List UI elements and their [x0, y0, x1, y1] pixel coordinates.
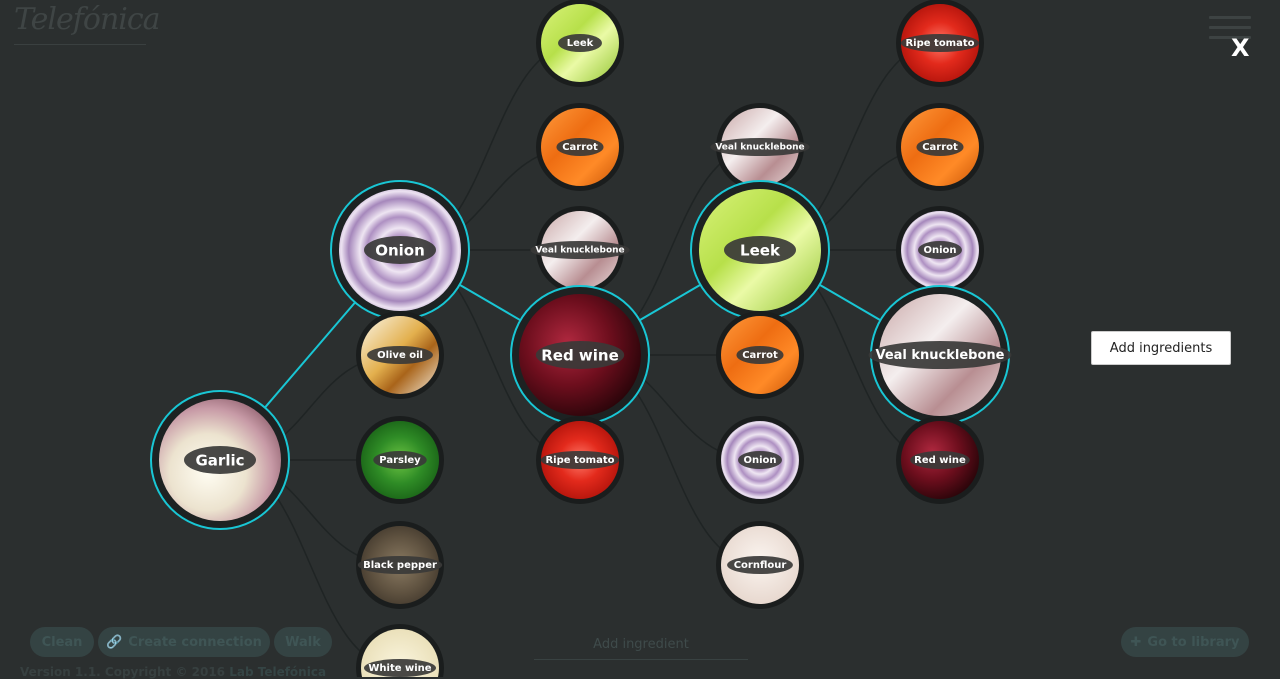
node-label-onion1: Onion [375, 242, 425, 260]
node-label-veal2: Veal knucklebone [715, 143, 804, 153]
ingredient-node-tomato2[interactable]: Ripe tomato [896, 0, 984, 87]
node-label-veal1: Veal knucklebone [535, 246, 624, 256]
clean-button[interactable]: Clean [30, 627, 94, 657]
plus-icon: ✚ [1130, 634, 1142, 650]
ingredient-node-leek2[interactable]: Leek [690, 180, 830, 320]
node-label-carrot1: Carrot [562, 142, 598, 153]
ingredient-node-blackpepper[interactable]: Black pepper [356, 521, 444, 609]
node-label-tomato1: Ripe tomato [545, 455, 614, 466]
ingredient-node-veal2[interactable]: Veal knucklebone [710, 103, 810, 191]
node-label-carrot3: Carrot [922, 142, 958, 153]
node-label-leek1: Leek [567, 38, 594, 49]
create-connection-label: Create connection [128, 634, 262, 650]
ingredient-node-parsley[interactable]: Parsley [356, 416, 444, 504]
node-label-leek2: Leek [740, 242, 781, 260]
node-label-onion2: Onion [743, 455, 776, 466]
ingredient-node-carrot3[interactable]: Carrot [896, 103, 984, 191]
bottom-toolbar: Clean 🔗 Create connection Walk ✚ Go to l… [0, 625, 1280, 679]
ingredient-node-carrot1[interactable]: Carrot [536, 103, 624, 191]
ingredient-node-onion2[interactable]: Onion [716, 416, 804, 504]
go-to-library-button[interactable]: ✚ Go to library [1121, 627, 1249, 657]
go-to-library-label: Go to library [1147, 634, 1240, 650]
ingredient-node-oliveoil[interactable]: Olive oil [356, 311, 444, 399]
node-label-oliveoil: Olive oil [377, 350, 423, 361]
node-label-onion3: Onion [923, 245, 956, 256]
create-connection-button[interactable]: 🔗 Create connection [98, 627, 270, 657]
ingredient-node-carrot2[interactable]: Carrot [716, 311, 804, 399]
ingredient-node-tomato1[interactable]: Ripe tomato [536, 416, 624, 504]
graph-nodes: Garlic Onion Olive oil Parsley Black pepper W… [150, 0, 1012, 677]
node-label-veal3: Veal knucklebone [875, 348, 1004, 363]
ingredient-node-onion3[interactable]: Onion [896, 206, 984, 294]
node-label-redwine1: Red wine [541, 347, 619, 365]
ingredient-node-redwine2[interactable]: Red wine [896, 416, 984, 504]
node-label-cornflour: Cornflour [734, 560, 787, 571]
add-ingredient-input[interactable] [534, 629, 748, 660]
ingredient-graph: Garlic Onion Olive oil Parsley Black pepper W… [150, 0, 1012, 677]
node-label-garlic: Garlic [195, 452, 244, 470]
node-label-tomato2: Ripe tomato [905, 38, 974, 49]
ingredient-node-redwine1[interactable]: Red wine [510, 285, 650, 425]
link-icon: 🔗 [106, 634, 123, 650]
add-ingredients-button[interactable]: Add ingredients [1091, 331, 1231, 365]
ingredient-node-onion1[interactable]: Onion [330, 180, 470, 320]
node-label-carrot2: Carrot [742, 350, 778, 361]
node-label-parsley: Parsley [379, 455, 421, 466]
walk-button[interactable]: Walk [274, 627, 332, 657]
ingredient-node-veal1[interactable]: Veal knucklebone [530, 206, 630, 294]
node-label-redwine2: Red wine [914, 455, 966, 466]
ingredient-node-garlic[interactable]: Garlic [150, 390, 290, 530]
ingredient-node-leek1[interactable]: Leek [536, 0, 624, 87]
ingredient-node-cornflour[interactable]: Cornflour [716, 521, 804, 609]
node-label-blackpepper: Black pepper [363, 560, 437, 571]
ingredient-node-veal3[interactable]: Veal knucklebone [868, 285, 1012, 425]
